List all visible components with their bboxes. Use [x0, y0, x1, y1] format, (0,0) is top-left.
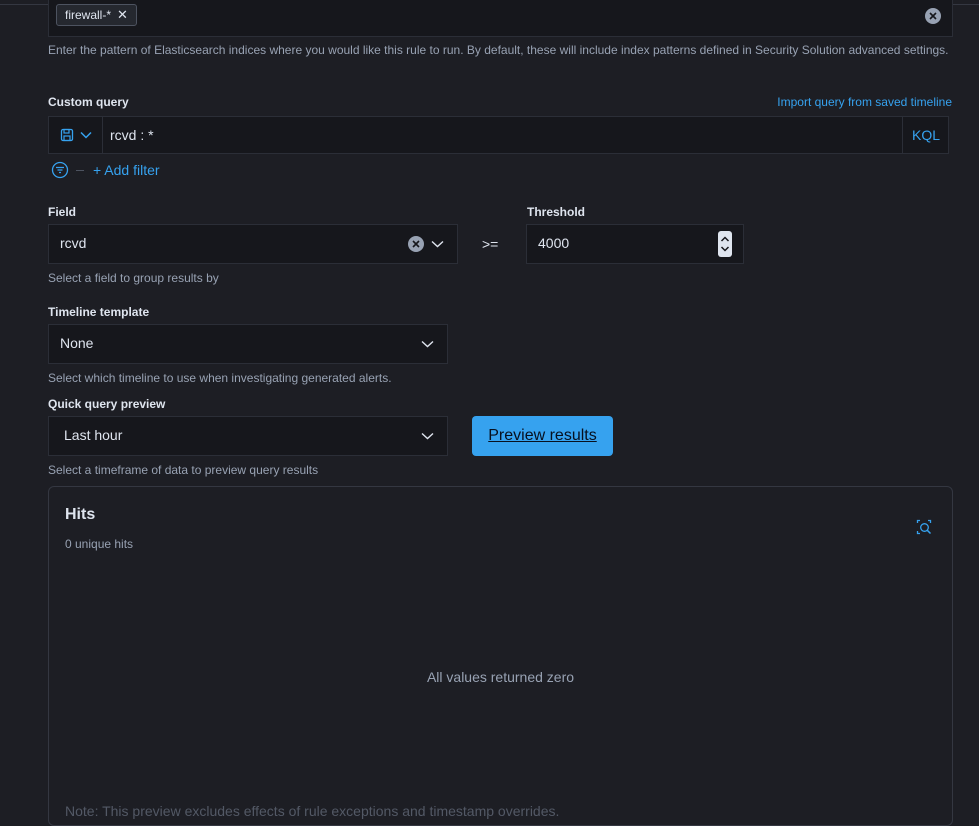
field-help: Select a field to group results by [48, 271, 219, 285]
save-icon [60, 128, 73, 142]
inspect-icon[interactable] [916, 519, 932, 535]
timeline-chevron-down-icon[interactable] [421, 340, 434, 348]
field-combobox[interactable] [48, 224, 458, 264]
hits-empty-message: All values returned zero [426, 669, 575, 685]
timeline-template-help: Select which timeline to use when invest… [48, 371, 392, 385]
add-filter-button[interactable]: + Add filter [93, 162, 160, 178]
number-stepper-icon[interactable] [718, 231, 732, 257]
filter-options-icon[interactable] [51, 161, 69, 179]
hits-note: Note: This preview excludes effects of r… [65, 803, 560, 819]
timeline-template-label: Timeline template [48, 305, 150, 319]
threshold-operator: >= [482, 236, 499, 252]
quick-query-preview-value: Last hour [64, 427, 123, 443]
hits-panel: Hits 0 unique hits All values returned z… [48, 486, 953, 826]
custom-query-input[interactable]: rcvd : * [110, 127, 154, 143]
threshold-value: 4000 [538, 235, 570, 251]
custom-query-label: Custom query [48, 95, 129, 109]
remove-chip-icon[interactable]: ✕ [117, 7, 128, 23]
threshold-label: Threshold [527, 205, 586, 219]
clear-field-icon[interactable] [408, 236, 424, 252]
clear-index-patterns-icon[interactable] [925, 8, 941, 24]
index-patterns-help: Enter the pattern of Elasticsearch indic… [48, 43, 949, 57]
chevron-down-icon [79, 131, 92, 139]
hits-subtitle: 0 unique hits [65, 537, 134, 551]
index-patterns-combobox[interactable] [48, 0, 953, 37]
custom-query-bar [48, 116, 949, 154]
index-pattern-chip-label: firewall-* [65, 8, 112, 22]
quick-query-preview-help: Select a timeframe of data to preview qu… [48, 463, 319, 477]
query-language-button[interactable]: KQL [902, 117, 949, 153]
timeline-template-value: None [60, 335, 94, 351]
field-chevron-down-icon[interactable] [431, 240, 444, 248]
hits-title: Hits [65, 506, 96, 523]
preview-chevron-down-icon[interactable] [421, 432, 434, 440]
field-label: Field [48, 205, 77, 219]
saved-query-menu-button[interactable] [49, 117, 103, 153]
quick-query-preview-label: Quick query preview [48, 397, 166, 411]
timeline-template-select[interactable] [48, 324, 448, 364]
filter-divider [76, 170, 84, 171]
field-value: rcvd [60, 235, 87, 251]
import-query-link[interactable]: Import query from saved timeline [777, 95, 952, 109]
index-pattern-chip: firewall-* ✕ [56, 4, 137, 26]
preview-results-button[interactable]: Preview results [472, 416, 613, 456]
